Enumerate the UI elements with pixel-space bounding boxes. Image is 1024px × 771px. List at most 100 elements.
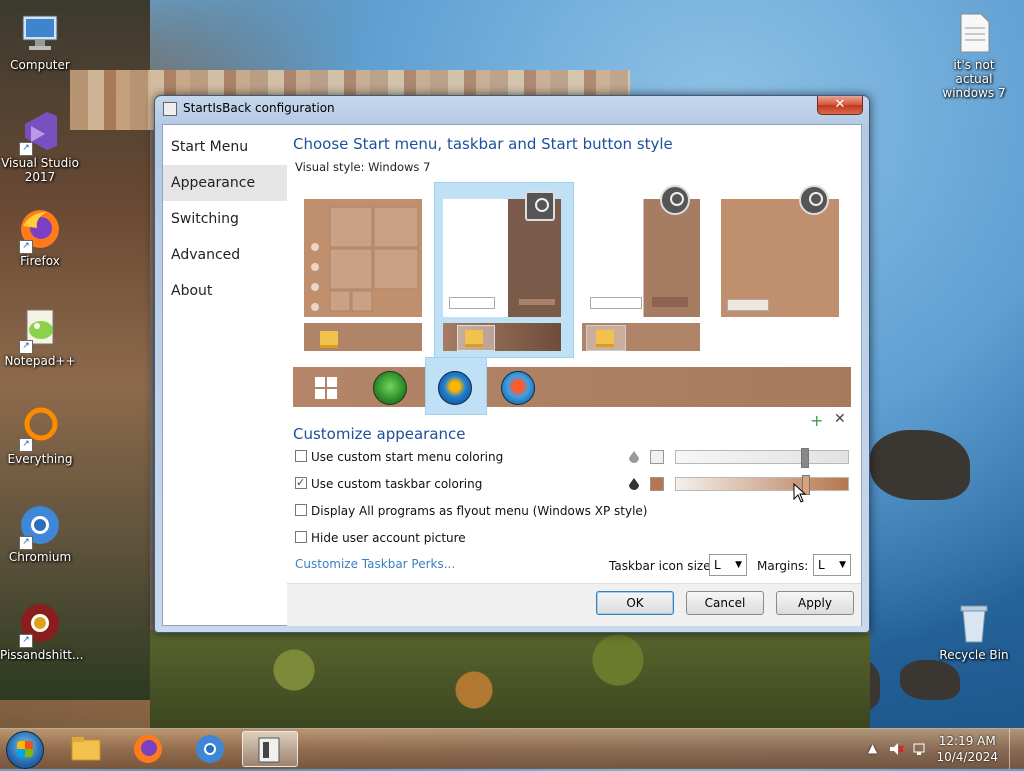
desktop-icon-label: Firefox: [20, 254, 60, 268]
windows-logo-button-icon[interactable]: [315, 377, 337, 399]
nav-item-switching[interactable]: Switching: [163, 201, 287, 237]
config-window: StartIsBack configuration ✕ Start Menu A…: [154, 95, 870, 633]
show-hidden-icons-button[interactable]: ▲: [868, 741, 877, 755]
start-menu-opacity-slider[interactable]: [675, 448, 849, 468]
option-label: Hide user account picture: [311, 531, 466, 545]
style-preview-windows8[interactable]: [582, 185, 700, 317]
wallpaper-rock: [900, 660, 960, 700]
icon-size-value: L: [714, 558, 721, 572]
wallpaper-foliage: [150, 630, 870, 730]
desktop-icon-recycle-bin[interactable]: Recycle Bin: [934, 600, 1014, 662]
cancel-button[interactable]: Cancel: [686, 591, 764, 615]
taskbar-preview-windows8[interactable]: [582, 323, 700, 351]
user-avatar-icon: [799, 185, 829, 215]
desktop-icon-label: it's not actual windows 7: [942, 58, 1006, 100]
search-box-preview: [727, 299, 769, 311]
start-button[interactable]: [6, 731, 44, 769]
desktop-icon-label: Chromium: [8, 550, 72, 564]
desktop-icon-firefox[interactable]: ↗ Firefox: [0, 206, 80, 268]
user-picture-icon: [525, 191, 555, 221]
search-box-preview: [449, 297, 495, 309]
startisback-app-icon: [258, 737, 280, 763]
shutdown-preview: [652, 297, 688, 307]
checkbox[interactable]: [295, 531, 307, 543]
option-flyout-all-programs[interactable]: Display All programs as flyout menu (Win…: [295, 503, 655, 519]
taskbar-preview-windows7[interactable]: [443, 323, 561, 351]
desktop-icon-visual-studio[interactable]: ↗ Visual Studio 2017: [0, 108, 80, 184]
taskbar-item-firefox[interactable]: [120, 731, 176, 767]
slider-thumb[interactable]: [801, 448, 809, 468]
customize-taskbar-perks-link[interactable]: Customize Taskbar Perks...: [295, 557, 455, 571]
style-preview-windows-xp[interactable]: [721, 185, 839, 317]
shortcut-arrow-icon: ↗: [19, 438, 33, 452]
add-color-icon[interactable]: +: [810, 411, 823, 430]
start-button-style-strip: [293, 357, 851, 415]
shortcut-arrow-icon: ↗: [19, 142, 33, 156]
green-orb-button-icon[interactable]: [373, 371, 407, 405]
margins-select[interactable]: L ▼: [813, 554, 851, 576]
visual-style-label: Visual style: Windows 7: [295, 160, 431, 174]
taskbar-opacity-slider[interactable]: [675, 475, 849, 495]
window-titlebar[interactable]: StartIsBack configuration ✕: [155, 96, 869, 120]
chevron-down-icon: ▼: [735, 560, 742, 570]
desktop-icon-chromium[interactable]: ↗ Chromium: [0, 502, 80, 564]
visual-studio-icon: ↗: [17, 108, 63, 156]
nav-item-about[interactable]: About: [163, 273, 287, 309]
start-menu-color-swatch[interactable]: [650, 450, 664, 464]
option-custom-start-menu-coloring[interactable]: Use custom start menu coloring: [295, 449, 655, 465]
option-custom-taskbar-coloring[interactable]: Use custom taskbar coloring: [295, 475, 655, 492]
remove-color-icon[interactable]: ✕: [834, 411, 846, 427]
margins-value: L: [818, 558, 825, 572]
option-hide-user-picture[interactable]: Hide user account picture: [295, 530, 655, 546]
window-client: Start Menu Appearance Switching Advanced…: [162, 124, 862, 626]
chromium-icon: ↗: [17, 502, 63, 550]
taskbar-item-explorer[interactable]: [58, 731, 114, 767]
nav-item-advanced[interactable]: Advanced: [163, 237, 287, 273]
show-desktop-button[interactable]: [1009, 729, 1024, 769]
ok-button[interactable]: OK: [596, 591, 674, 615]
margins-label: Margins:: [757, 559, 809, 573]
desktop-icon-everything[interactable]: ↗ Everything: [0, 404, 80, 466]
firefox-icon: [134, 735, 162, 763]
network-icon[interactable]: [912, 741, 928, 757]
notepadpp-icon: ↗: [17, 306, 63, 354]
taskbar-item-startisback[interactable]: [242, 731, 298, 767]
desktop-icon-label: Computer: [10, 58, 70, 72]
taskbar-item-chromium[interactable]: [182, 731, 238, 767]
clock-time: 12:19 AM: [938, 734, 996, 748]
desktop-icon-computer[interactable]: Computer: [0, 10, 80, 72]
search-box-preview: [590, 297, 642, 309]
shortcut-arrow-icon: ↗: [19, 240, 33, 254]
option-label: Display All programs as flyout menu (Win…: [311, 504, 648, 518]
icon-size-select[interactable]: L ▼: [709, 554, 747, 576]
window-title: StartIsBack configuration: [183, 101, 335, 115]
folder-icon: [465, 330, 483, 347]
taskbar-preview-windows10[interactable]: [304, 323, 422, 351]
nav-pane: Start Menu Appearance Switching Advanced…: [163, 125, 287, 625]
desktop-icon-label: Notepad++: [4, 354, 76, 368]
checkbox[interactable]: [295, 504, 307, 516]
desktop-icon-label: Pissandshitt...: [0, 648, 84, 662]
nav-item-appearance[interactable]: Appearance: [163, 165, 287, 201]
taskbar-color-swatch[interactable]: [650, 477, 664, 491]
shortcut-arrow-icon: ↗: [19, 634, 33, 648]
taskbar: ▲ 12:19 AM 10/4/2024: [0, 728, 1024, 769]
apply-button[interactable]: Apply: [776, 591, 854, 615]
close-button[interactable]: ✕: [817, 96, 863, 115]
windows7-orb-button-icon[interactable]: [438, 371, 472, 405]
style-preview-windows7[interactable]: [443, 191, 561, 317]
volume-muted-icon[interactable]: [888, 741, 904, 757]
chromium-icon: [196, 735, 224, 763]
desktop-icon-pissandshitt[interactable]: ↗ Pissandshitt...: [0, 600, 84, 662]
system-clock[interactable]: 12:19 AM 10/4/2024: [936, 733, 998, 765]
style-preview-windows10[interactable]: [304, 199, 422, 317]
dialog-button-bar: [287, 583, 861, 626]
desktop-icon-text-file[interactable]: it's not actual windows 7: [934, 10, 1014, 100]
checkbox[interactable]: [295, 475, 307, 491]
nav-item-start-menu[interactable]: Start Menu: [163, 129, 287, 165]
checkbox[interactable]: [295, 450, 307, 462]
desktop-icon-notepadpp[interactable]: ↗ Notepad++: [0, 306, 80, 368]
desktop-icon-label: Everything: [7, 452, 73, 466]
opacity-drop-icon: [629, 478, 639, 490]
vista-orb-button-icon[interactable]: [501, 371, 535, 405]
